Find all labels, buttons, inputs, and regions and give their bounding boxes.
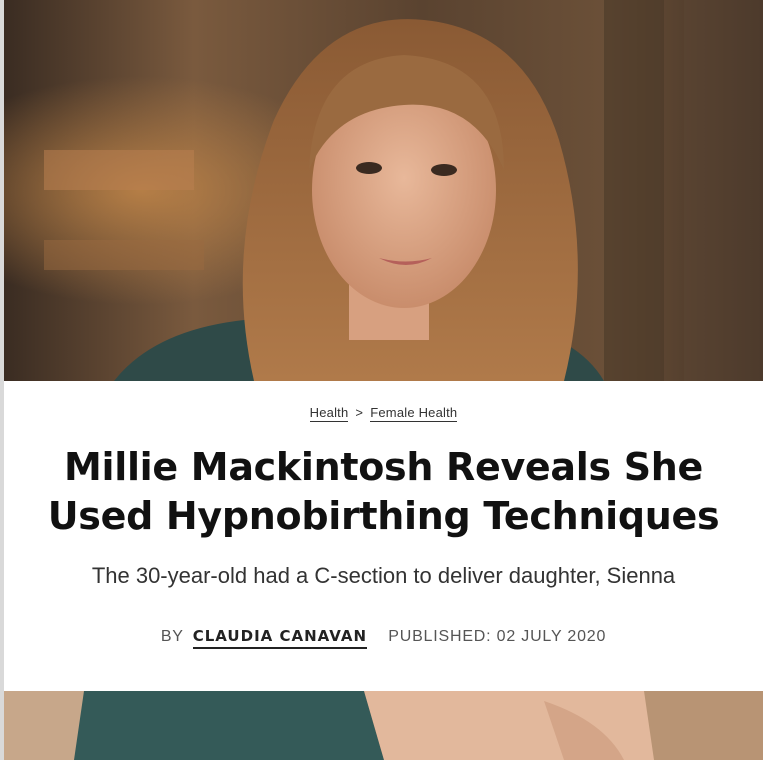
breadcrumb-link-female-health[interactable]: Female Health xyxy=(370,405,458,422)
secondary-image xyxy=(4,691,763,760)
breadcrumb-link-health[interactable]: Health xyxy=(309,405,349,422)
article-standfirst: The 30-year-old had a C-section to deliv… xyxy=(91,563,676,588)
byline-prefix: BY xyxy=(160,628,184,645)
hero-image xyxy=(4,0,763,381)
breadcrumb-separator: > xyxy=(355,405,364,420)
author-link[interactable]: CLAUDIA CANAVAN xyxy=(192,627,367,649)
byline: BY CLAUDIA CANAVAN PUBLISHED: 02 JULY 20… xyxy=(4,627,763,649)
article-headline: Millie Mackintosh Reveals She Used Hypno… xyxy=(47,445,720,538)
published-date: PUBLISHED: 02 JULY 2020 xyxy=(388,628,607,645)
breadcrumb: Health > Female Health xyxy=(4,405,763,422)
article-header: Health > Female Health Millie Mackintosh R… xyxy=(4,381,763,691)
